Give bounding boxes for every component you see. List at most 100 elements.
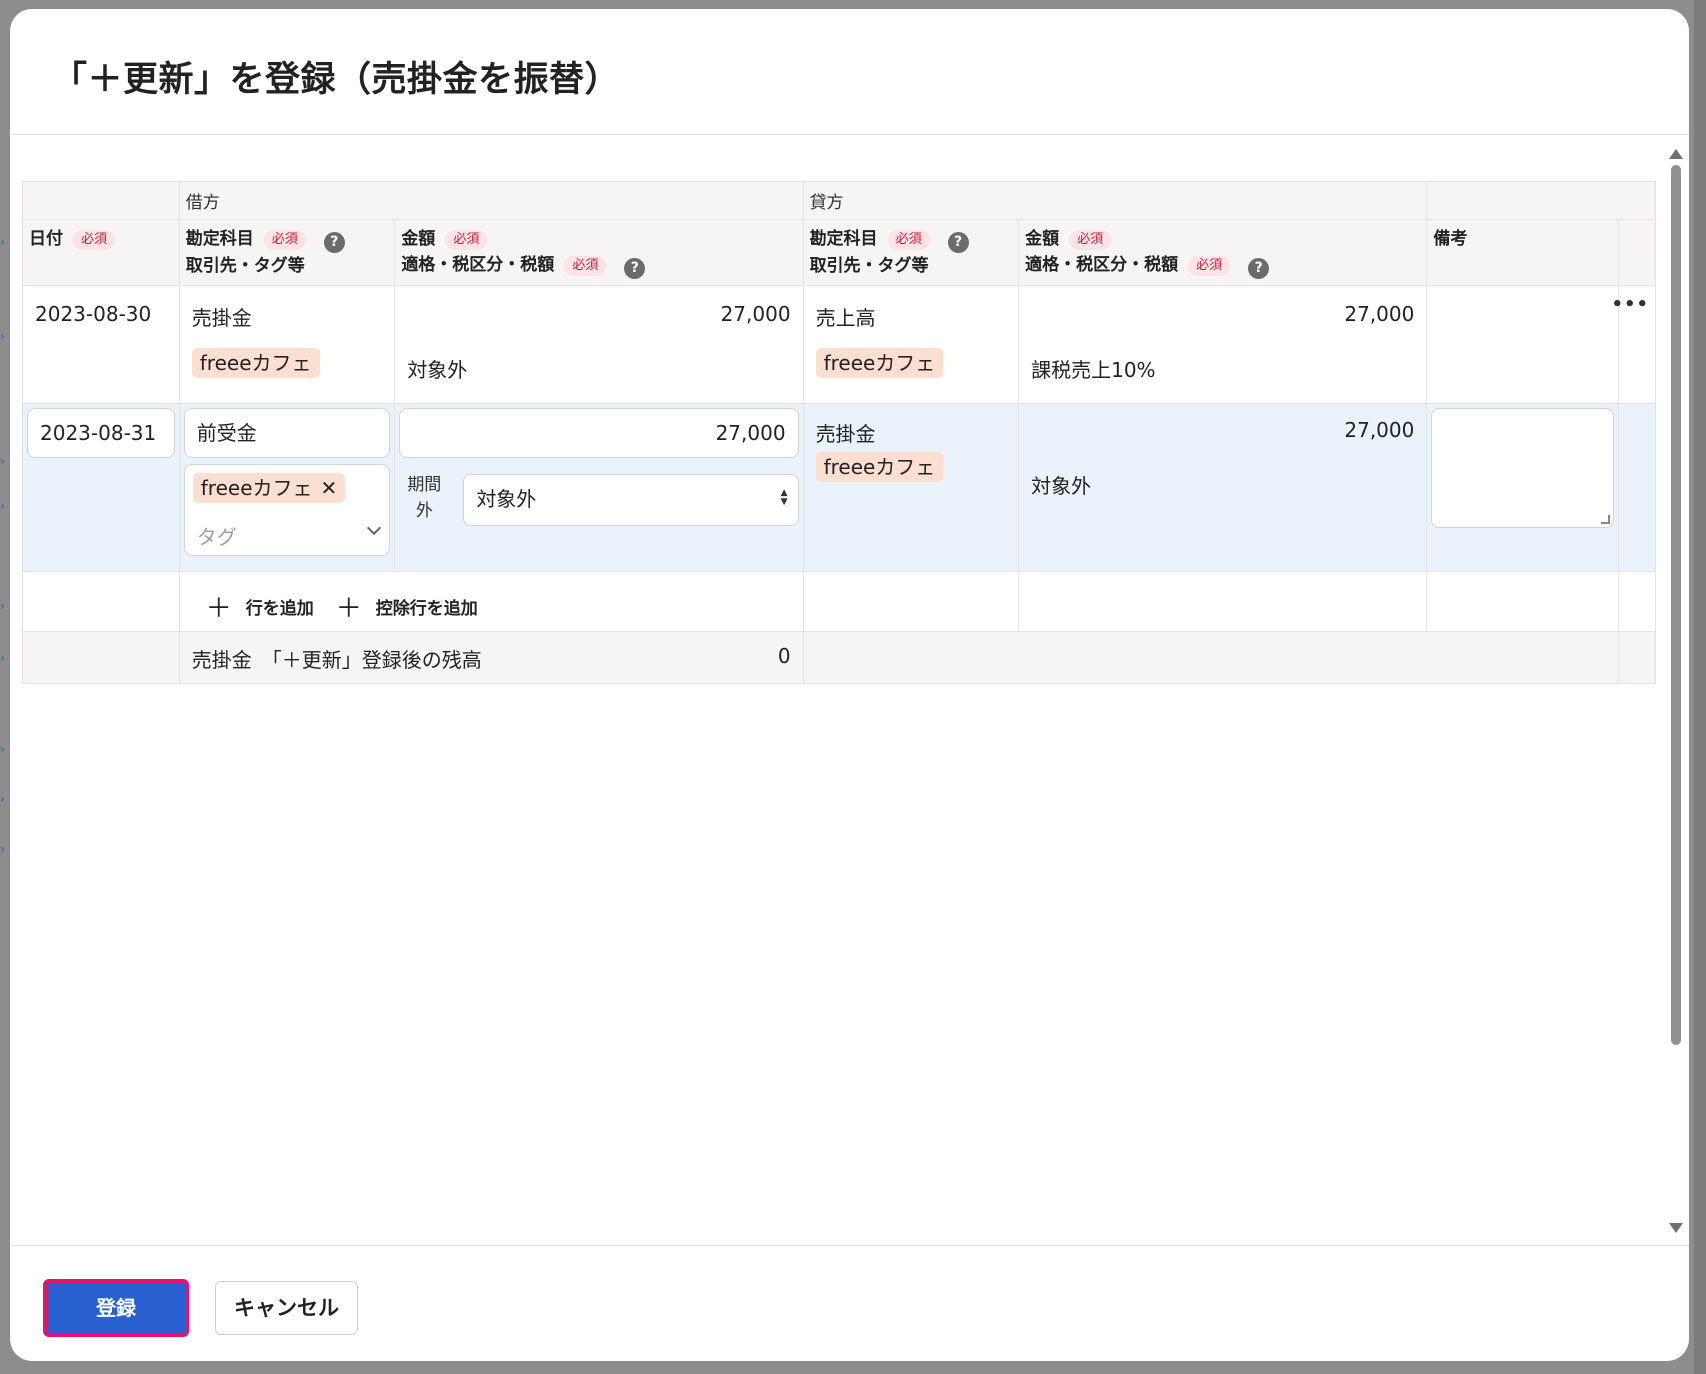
account-text: 売上高 bbox=[815, 306, 876, 330]
header-date: 日付 必須 bbox=[22, 219, 180, 286]
header-account-label: 勘定科目 bbox=[185, 229, 254, 249]
required-badge: 必須 bbox=[1188, 256, 1231, 276]
tax-text: 対象外 bbox=[1031, 474, 1092, 498]
balance-row: 売掛金 「＋更新」登録後の残高 0 bbox=[22, 631, 1657, 684]
tag-placeholder: タグ bbox=[196, 525, 237, 549]
chevron-right-icon: › bbox=[0, 599, 5, 613]
scroll-down-arrow-icon[interactable] bbox=[1669, 1223, 1683, 1233]
partner-tag: freeeカフェ ✕ bbox=[192, 473, 346, 503]
chevron-right-icon: › bbox=[0, 842, 5, 856]
header-credit: 貸方 bbox=[802, 181, 1428, 220]
tax-text: 対象外 bbox=[407, 358, 468, 382]
header-column-row: 日付 必須 勘定科目 必須? 取引先・タグ等 金額 必須 適格・税区分・税額 必須? 勘… bbox=[22, 219, 1657, 286]
chevron-right-icon: › bbox=[0, 742, 5, 756]
header-account-label: 勘定科目 bbox=[809, 229, 878, 249]
help-icon[interactable]: ? bbox=[947, 232, 969, 253]
tax-category-value: 対象外 bbox=[476, 487, 537, 511]
row1-debit-amount: 27,000 対象外 bbox=[394, 285, 804, 404]
required-badge: 必須 bbox=[263, 230, 306, 250]
amount-text: 27,000 bbox=[1344, 302, 1415, 326]
help-icon[interactable]: ? bbox=[1248, 258, 1270, 279]
resize-handle-icon[interactable] bbox=[1600, 515, 1610, 524]
row2-debit-account: 前受金 freeeカフェ ✕ タグ bbox=[178, 403, 396, 572]
tag-select[interactable]: freeeカフェ ✕ タグ bbox=[183, 464, 391, 556]
table-row: 2023-08-30 売掛金 freeeカフェ 27,000 対象外 売上高 f… bbox=[22, 285, 1657, 404]
add-deduction-row-button[interactable]: ＋ 控除行を追加 bbox=[336, 588, 478, 625]
header-debit-amount: 金額 必須 適格・税区分・税額 必須? bbox=[394, 219, 804, 286]
required-badge: 必須 bbox=[73, 230, 116, 250]
header-memo: 備考 bbox=[1426, 219, 1619, 286]
required-badge: 必須 bbox=[445, 230, 488, 250]
chevron-right-icon: › bbox=[0, 792, 5, 806]
submit-button[interactable]: 登録 bbox=[43, 1279, 189, 1337]
header-debit-account: 勘定科目 必須? 取引先・タグ等 bbox=[178, 219, 396, 286]
row3-empty bbox=[1426, 571, 1619, 632]
dialog-body: 借方 貸方 日付 必須 勘定科目 必須? 取引先・タグ等 金額 必須 適格・税区分・税… bbox=[10, 135, 1689, 1245]
header-partner-label: 取引先・タグ等 bbox=[809, 256, 929, 276]
chevron-right-icon: › bbox=[0, 329, 5, 343]
tax-category-select[interactable]: 対象外 ▲ ▼ bbox=[463, 474, 799, 526]
amount-text: 27,000 bbox=[720, 302, 791, 326]
header-group-row: 借方 貸方 bbox=[22, 181, 1656, 220]
period-label: 期間 外 bbox=[407, 472, 441, 524]
plus-icon: ＋ bbox=[335, 594, 362, 624]
row4-empty bbox=[1617, 631, 1657, 684]
account-input[interactable]: 前受金 bbox=[183, 408, 391, 458]
partner-tag: freeeカフェ bbox=[815, 348, 944, 378]
header-amount-label: 金額 bbox=[1025, 229, 1060, 249]
header-partner-label: 取引先・タグ等 bbox=[185, 256, 305, 276]
header-credit-account: 勘定科目 必須? 取引先・タグ等 bbox=[802, 219, 1020, 286]
add-row-button[interactable]: ＋ 行を追加 bbox=[206, 588, 314, 625]
balance-value: 0 bbox=[777, 644, 791, 668]
row1-date: 2023-08-30 bbox=[22, 285, 180, 404]
chevron-right-icon: › bbox=[0, 499, 5, 513]
chevron-right-icon: › bbox=[0, 235, 5, 249]
header-empty bbox=[22, 181, 180, 220]
help-icon[interactable]: ? bbox=[624, 258, 646, 279]
table-row-editing: 2023-08-31 前受金 freeeカフェ ✕ タグ 27,000 期間 外 bbox=[22, 403, 1657, 572]
dialog-footer: 登録 キャンセル bbox=[10, 1245, 1689, 1361]
header-tax-label: 適格・税区分・税額 bbox=[1025, 255, 1179, 275]
row4-empty bbox=[802, 631, 1619, 684]
header-credit-amount: 金額 必須 適格・税区分・税額 必須? bbox=[1018, 219, 1428, 286]
amount-input[interactable]: 27,000 bbox=[399, 408, 799, 458]
row1-actions: ••• bbox=[1611, 285, 1657, 404]
row3-empty bbox=[802, 571, 1020, 632]
chevron-right-icon: › bbox=[0, 651, 5, 665]
chevron-down-icon[interactable] bbox=[367, 520, 382, 536]
dialog-title: 「＋更新」を登録（売掛金を振替） bbox=[52, 60, 621, 100]
account-text: 売掛金 bbox=[815, 422, 876, 446]
vertical-scrollbar[interactable] bbox=[1667, 135, 1685, 1245]
more-options-icon[interactable]: ••• bbox=[1611, 294, 1649, 315]
required-badge: 必須 bbox=[887, 230, 930, 250]
account-text: 売掛金 bbox=[191, 306, 252, 330]
date-text: 2023-08-30 bbox=[35, 302, 152, 326]
add-row-actions: ＋ 行を追加 ＋ 控除行を追加 bbox=[22, 571, 1657, 632]
scroll-up-arrow-icon[interactable] bbox=[1669, 149, 1683, 159]
background-scroll-strip bbox=[1694, 0, 1706, 1374]
header-debit: 借方 bbox=[178, 181, 804, 220]
row4-empty bbox=[22, 631, 180, 684]
cancel-button[interactable]: キャンセル bbox=[215, 1281, 358, 1335]
close-icon[interactable]: ✕ bbox=[321, 476, 338, 500]
select-arrows-icon: ▲ ▼ bbox=[780, 488, 788, 507]
help-icon[interactable]: ? bbox=[323, 232, 345, 253]
chevron-right-icon: › bbox=[0, 454, 5, 468]
add-actions-cell: ＋ 行を追加 ＋ 控除行を追加 bbox=[178, 571, 804, 632]
memo-textarea[interactable] bbox=[1431, 408, 1614, 528]
row2-credit-account: 売掛金 freeeカフェ bbox=[802, 403, 1020, 572]
add-deduction-row-label: 控除行を追加 bbox=[375, 599, 478, 619]
balance-cell: 売掛金 「＋更新」登録後の残高 0 bbox=[178, 631, 804, 684]
header-empty bbox=[1426, 181, 1656, 220]
partner-tag: freeeカフェ bbox=[191, 348, 320, 378]
date-input[interactable]: 2023-08-31 bbox=[27, 408, 175, 458]
plus-icon: ＋ bbox=[205, 594, 232, 624]
header-amount-label: 金額 bbox=[401, 229, 436, 249]
row3-empty bbox=[22, 571, 180, 632]
row1-debit-account: 売掛金 freeeカフェ bbox=[178, 285, 396, 404]
scrollbar-thumb[interactable] bbox=[1671, 165, 1681, 1045]
row1-credit-account: 売上高 freeeカフェ bbox=[802, 285, 1020, 404]
row3-empty bbox=[1018, 571, 1428, 632]
tax-text: 課税売上10% bbox=[1031, 358, 1156, 382]
dialog-header: 「＋更新」を登録（売掛金を振替） bbox=[10, 9, 1689, 135]
